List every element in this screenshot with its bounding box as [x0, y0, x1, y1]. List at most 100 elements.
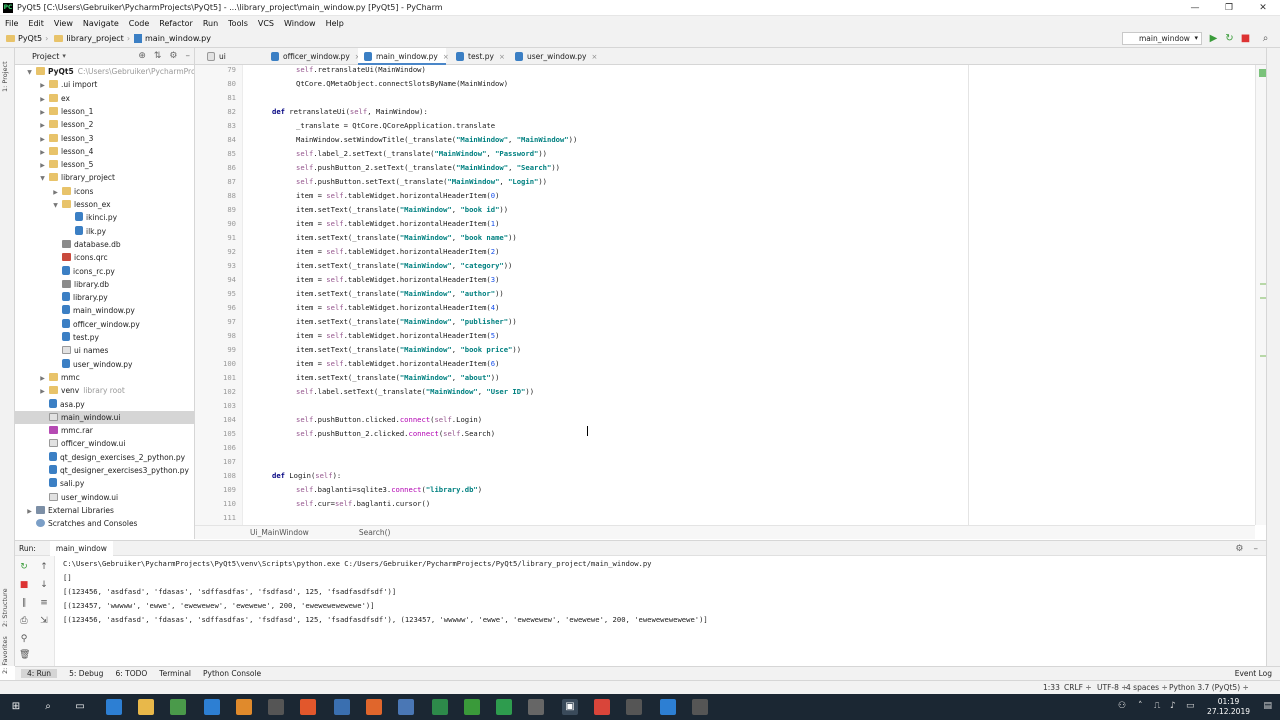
line-separator[interactable]: CRLF ÷: [1064, 681, 1092, 694]
code-line[interactable]: self.pushButton_2.setText(_translate("Ma…: [296, 161, 560, 175]
battery-icon[interactable]: ▭: [1186, 701, 1195, 711]
rerun-icon[interactable]: ↻: [1224, 33, 1235, 44]
code-line[interactable]: self.label.setText(_translate("MainWindo…: [296, 385, 534, 399]
menu-refactor[interactable]: Refactor: [154, 19, 198, 28]
indent-setting[interactable]: 4 spaces ÷: [1126, 681, 1168, 694]
stop-icon[interactable]: ■: [1240, 33, 1251, 44]
close-tab-icon[interactable]: ×: [443, 53, 449, 61]
tree-item[interactable]: library.py: [15, 291, 194, 304]
menu-file[interactable]: File: [0, 19, 23, 28]
code-line[interactable]: self.cur=self.baglanti.cursor(): [296, 497, 430, 511]
pycharm-taskbar-icon[interactable]: ▣: [562, 699, 578, 715]
structure-tool-tab[interactable]: 2: Structure: [1, 588, 14, 628]
tree-item[interactable]: ▶ lesson_1: [15, 105, 194, 118]
gear-icon[interactable]: ⚙: [169, 51, 177, 61]
maximize-button[interactable]: ❐: [1212, 0, 1246, 16]
code-line[interactable]: item.setText(_translate("MainWindow", "p…: [296, 315, 517, 329]
code-line[interactable]: item.setText(_translate("MainWindow", "a…: [296, 287, 504, 301]
tree-item[interactable]: library.db: [15, 278, 194, 291]
code-line[interactable]: QtCore.QMetaObject.connectSlotsByName(Ma…: [296, 77, 508, 91]
code-line[interactable]: self.pushButton_2.clicked.connect(self.S…: [296, 427, 495, 441]
code-line[interactable]: item = self.tableWidget.horizontalHeader…: [296, 189, 499, 203]
hide-icon[interactable]: –: [1254, 544, 1259, 554]
tree-item[interactable]: ui names: [15, 344, 194, 357]
tree-item[interactable]: ▶ venv library root: [15, 384, 194, 397]
run-output-console[interactable]: C:\Users\Gebruiker\PycharmProjects\PyQt5…: [55, 556, 1266, 666]
run-configuration-select[interactable]: main_window ▾: [1122, 32, 1202, 45]
tree-item[interactable]: ▶ lesson_5: [15, 158, 194, 172]
tree-item[interactable]: mmc.rar: [15, 424, 194, 437]
breadcrumb-class[interactable]: Ui_MainWindow: [250, 528, 309, 537]
close-tab-icon[interactable]: ×: [591, 53, 597, 61]
breadcrumb-project[interactable]: PyQt5: [15, 34, 45, 43]
qt-creator-icon[interactable]: [464, 699, 480, 715]
tree-item[interactable]: ilk.py: [15, 225, 194, 238]
file-explorer-icon[interactable]: [138, 699, 154, 715]
locate-icon[interactable]: ⊕: [138, 51, 146, 61]
python-interpreter[interactable]: Python 3.7 (PyQt5) ÷: [1169, 681, 1249, 694]
menu-edit[interactable]: Edit: [23, 19, 49, 28]
down-arrow-icon[interactable]: ↓: [39, 580, 49, 590]
tree-item[interactable]: ▶ ex: [15, 92, 194, 105]
code-line[interactable]: self.pushButton.setText(_translate("Main…: [296, 175, 547, 189]
search-icon[interactable]: ⌕: [40, 699, 56, 715]
run-tab-main-window[interactable]: main_window: [49, 540, 113, 556]
editor-tab-user-window-py[interactable]: user_window.py ×: [509, 48, 597, 65]
tool-window-terminal[interactable]: Terminal: [159, 669, 191, 678]
menu-vcs[interactable]: VCS: [253, 19, 279, 28]
file-encoding[interactable]: UTF-8 ÷: [1097, 681, 1128, 694]
tree-item[interactable]: user_window.ui: [15, 491, 194, 504]
code-line[interactable]: item.setText(_translate("MainWindow", "b…: [296, 343, 521, 357]
menu-code[interactable]: Code: [124, 19, 154, 28]
collapsed-arrow-icon[interactable]: ▶: [38, 146, 47, 159]
code-line[interactable]: item = self.tableWidget.horizontalHeader…: [296, 273, 499, 287]
code-line[interactable]: item.setText(_translate("MainWindow", "a…: [296, 371, 499, 385]
collapsed-arrow-icon[interactable]: ▶: [51, 186, 60, 199]
code-line[interactable]: item = self.tableWidget.horizontalHeader…: [296, 245, 499, 259]
app-icon[interactable]: [170, 699, 186, 715]
run-icon[interactable]: ▶: [1208, 33, 1219, 44]
tree-item[interactable]: Scratches and Consoles: [15, 517, 194, 530]
close-button[interactable]: ✕: [1246, 0, 1280, 16]
breadcrumb-folder[interactable]: library_project: [63, 34, 127, 43]
menu-tools[interactable]: Tools: [223, 19, 253, 28]
network-icon[interactable]: ⎍: [1154, 701, 1160, 711]
code-line[interactable]: def retranslateUi(self, MainWindow):: [272, 105, 428, 119]
breadcrumb-method[interactable]: Search(): [359, 528, 391, 537]
code-editor[interactable]: self.retranslateUi(MainWindow) QtCore.QMe…: [243, 65, 1255, 525]
rerun-icon[interactable]: ↻: [19, 562, 29, 572]
print-icon[interactable]: ⎙: [19, 616, 29, 626]
tree-item[interactable]: ▶ mmc: [15, 371, 194, 384]
code-line[interactable]: item = self.tableWidget.horizontalHeader…: [296, 301, 499, 315]
app-icon[interactable]: [300, 699, 316, 715]
app-icon[interactable]: [398, 699, 414, 715]
event-log-button[interactable]: Event Log: [1235, 669, 1272, 678]
tree-item[interactable]: test.py: [15, 331, 194, 344]
firefox-icon[interactable]: [366, 699, 382, 715]
tree-item[interactable]: ▼ library_project: [15, 171, 194, 184]
taskbar-clock[interactable]: 01:19 27.12.2019: [1207, 697, 1250, 717]
collapse-icon[interactable]: ⇅: [154, 51, 162, 61]
notifications-icon[interactable]: ▤: [1263, 701, 1272, 711]
app-icon[interactable]: [432, 699, 448, 715]
app-icon[interactable]: [236, 699, 252, 715]
tree-item[interactable]: ▼ lesson_ex: [15, 198, 194, 211]
stop-icon[interactable]: ■: [19, 580, 29, 590]
app-icon[interactable]: [660, 699, 676, 715]
task-view-icon[interactable]: ▭: [72, 699, 88, 715]
tree-item[interactable]: user_window.py: [15, 358, 194, 371]
collapsed-arrow-icon[interactable]: ▶: [38, 159, 47, 172]
tree-item[interactable]: ▶ icons: [15, 185, 194, 199]
pin-icon[interactable]: ⚲: [19, 634, 29, 644]
tree-item[interactable]: sali.py: [15, 477, 194, 490]
tree-item[interactable]: icons.qrc: [15, 251, 194, 264]
tree-item[interactable]: ▼ PyQt5C:\Users\Gebruiker\PycharmProjects: [15, 65, 194, 78]
tree-item[interactable]: ▶ External Libraries: [15, 504, 194, 518]
menu-help[interactable]: Help: [321, 19, 349, 28]
collapsed-arrow-icon[interactable]: ▶: [25, 505, 34, 518]
search-icon[interactable]: ⌕: [1260, 33, 1271, 44]
tree-item[interactable]: asa.py: [15, 398, 194, 411]
code-line[interactable]: item.setText(_translate("MainWindow", "c…: [296, 259, 512, 273]
code-line[interactable]: _translate = QtCore.QCoreApplication.tra…: [296, 119, 495, 133]
project-tool-tab[interactable]: 1: Project: [1, 52, 14, 102]
